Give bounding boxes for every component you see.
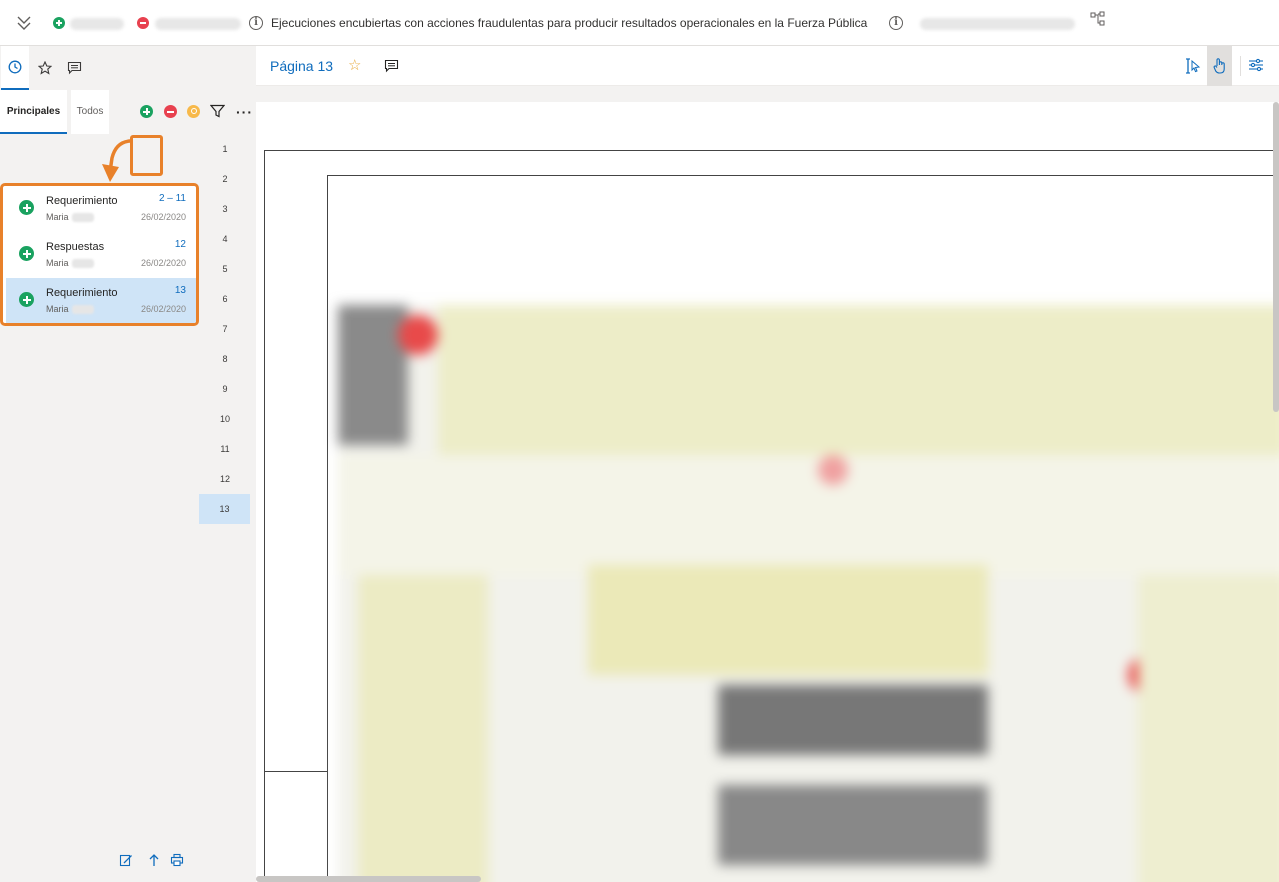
comment-icon	[67, 61, 81, 75]
section-title: Requerimiento	[46, 195, 118, 207]
section-pages: 2 – 11	[158, 193, 186, 204]
text-select-icon[interactable]	[1185, 57, 1201, 75]
page-number[interactable]: 2	[199, 164, 251, 194]
section-date: 26/02/2020	[140, 212, 186, 222]
page-number[interactable]: 1	[199, 134, 251, 164]
print-icon[interactable]	[170, 853, 184, 867]
info-icon[interactable]: i	[889, 16, 903, 30]
section-date: 26/02/2020	[140, 304, 186, 314]
redacted-text	[155, 18, 241, 30]
comment-icon[interactable]	[384, 59, 399, 73]
section-pages: 13	[174, 285, 186, 296]
page-number-column: 1 2 3 4 5 6 7 8 9 10 11 12 13	[199, 134, 251, 882]
page-number[interactable]: 8	[199, 344, 251, 374]
add-circle-icon	[19, 292, 34, 307]
chevron-double-down-icon[interactable]	[14, 13, 34, 33]
page-number[interactable]: 5	[199, 254, 251, 284]
page-frame-line	[264, 771, 327, 772]
remove-icon[interactable]	[164, 105, 177, 118]
page-number[interactable]: 7	[199, 314, 251, 344]
hand-icon	[1213, 58, 1225, 74]
settings-sliders-icon[interactable]	[1248, 57, 1264, 73]
tab-todos[interactable]: Todos	[67, 90, 109, 134]
add-icon[interactable]	[140, 105, 153, 118]
star-icon	[38, 61, 52, 75]
section-pages: 12	[174, 239, 186, 250]
upload-icon[interactable]	[147, 853, 161, 867]
section-user: Maria	[46, 258, 69, 268]
section-date: 26/02/2020	[140, 258, 186, 268]
hierarchy-icon[interactable]	[1089, 10, 1107, 28]
page-number[interactable]: 9	[199, 374, 251, 404]
tab-principales[interactable]: Principales	[0, 90, 67, 134]
list-item[interactable]: Requerimiento Maria 13 26/02/2020	[6, 278, 196, 323]
vertical-scrollbar[interactable]	[1273, 102, 1279, 412]
page-number[interactable]: 10	[199, 404, 251, 434]
list-item[interactable]: Requerimiento Maria 2 – 11 26/02/2020	[6, 186, 196, 232]
more-icon[interactable]: ···	[236, 105, 253, 119]
horizontal-scrollbar[interactable]	[256, 876, 481, 882]
star-icon[interactable]: ☆	[348, 56, 361, 74]
tab-history[interactable]	[1, 46, 29, 90]
toolbar-divider	[1240, 56, 1241, 76]
section-user: Maria	[46, 212, 69, 222]
page-number[interactable]: 6	[199, 284, 251, 314]
remove-icon[interactable]	[137, 17, 149, 29]
section-user: Maria	[46, 304, 69, 314]
document-canvas[interactable]	[256, 86, 1279, 882]
document-title: Ejecuciones encubiertas con acciones fra…	[271, 16, 868, 30]
blurred-document-image	[338, 305, 1279, 882]
left-panel: Principales Todos ··· Requerimiento Mari…	[0, 46, 256, 882]
tab-comments[interactable]	[60, 46, 88, 90]
redacted-text	[70, 18, 124, 30]
document-section-list: Requerimiento Maria 2 – 11 26/02/2020 Re…	[0, 183, 199, 326]
redacted-text	[72, 213, 94, 222]
key-icon[interactable]	[187, 105, 200, 118]
page-label: Página 13	[270, 58, 334, 74]
clock-icon	[8, 60, 22, 74]
filter-icon[interactable]	[210, 104, 225, 118]
list-item[interactable]: Respuestas Maria 12 26/02/2020	[6, 232, 196, 278]
viewer-header: Página 13 ☆	[256, 46, 1279, 86]
document-page	[256, 102, 1279, 882]
tab-favorites[interactable]	[31, 46, 59, 90]
redacted-text	[72, 305, 94, 314]
page-number[interactable]: 12	[199, 464, 251, 494]
redacted-text	[72, 259, 94, 268]
page-number-active[interactable]: 13	[199, 494, 250, 524]
annotation-arrow	[102, 139, 132, 182]
section-title: Respuestas	[46, 241, 105, 253]
page-number[interactable]: 11	[199, 434, 251, 464]
top-bar: i Ejecuciones encubiertas con acciones f…	[0, 0, 1279, 46]
info-icon[interactable]: i	[249, 16, 263, 30]
add-icon[interactable]	[53, 17, 65, 29]
left-panel-tabs	[0, 46, 256, 90]
page-number[interactable]: 4	[199, 224, 251, 254]
section-title: Requerimiento	[46, 287, 118, 299]
edit-icon[interactable]	[119, 853, 133, 867]
add-circle-icon	[19, 200, 34, 215]
redacted-text	[920, 18, 1075, 30]
add-circle-icon	[19, 246, 34, 261]
page-number[interactable]: 3	[199, 194, 251, 224]
pan-tool-button[interactable]	[1207, 46, 1232, 86]
